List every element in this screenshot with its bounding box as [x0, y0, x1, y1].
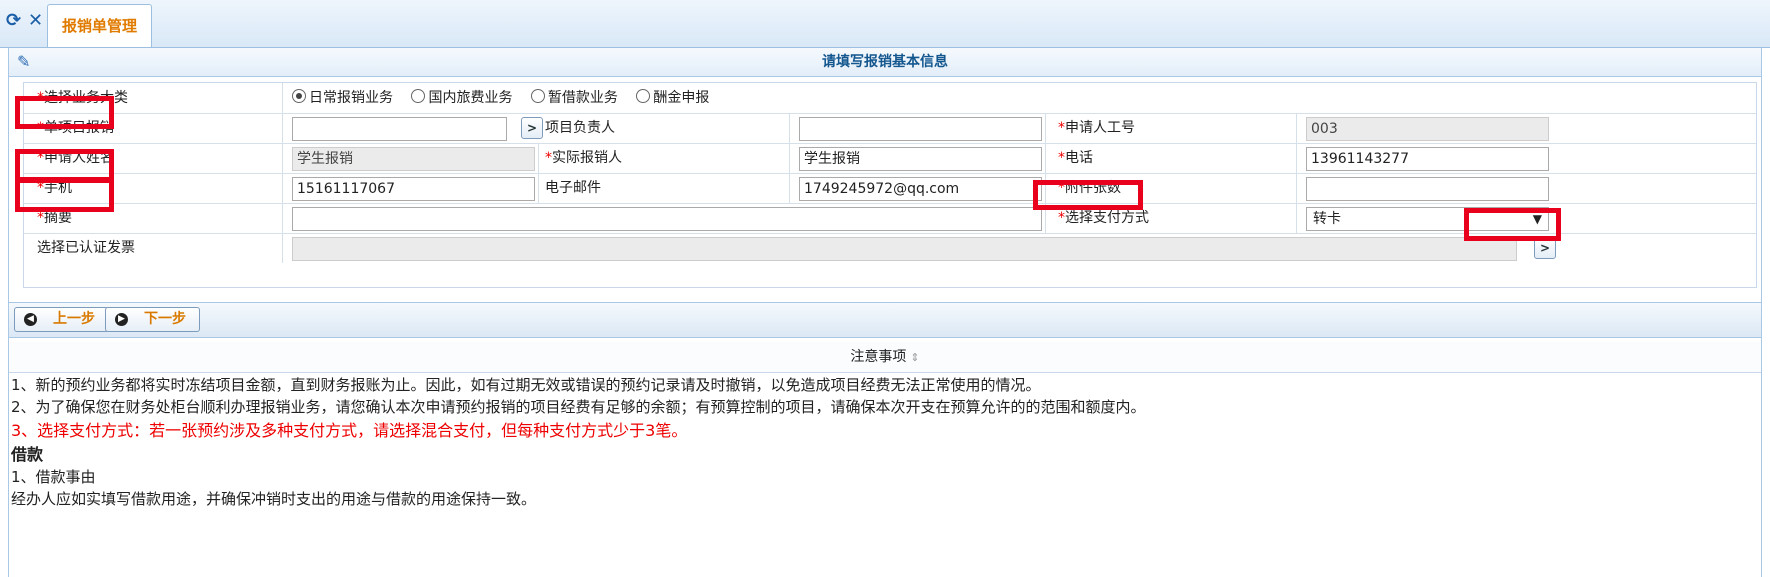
arrow-right-icon: ▶: [115, 313, 128, 326]
section-header: ✎ 请填写报销基本信息: [9, 48, 1761, 77]
email-input[interactable]: 1749245972@qq.com: [799, 177, 1042, 201]
attachments-input[interactable]: [1306, 177, 1549, 201]
row-contact: *手机 15161117067 电子邮件 1749245972@qq.com *…: [24, 173, 1756, 204]
refresh-icon[interactable]: ⟳: [6, 10, 21, 31]
radio-remuneration[interactable]: 酬金申报: [636, 83, 709, 113]
category-radio-group: 日常报销业务 国内旅费业务 暂借款业务 酬金申报: [292, 83, 723, 113]
notice-item-1: 1、借款事由: [11, 468, 96, 486]
invoice-label: 选择已认证发票: [37, 240, 135, 256]
notice-item-1-text: 经办人应如实填写借款用途，并确保冲销时支出的用途与借款的用途保持一致。: [11, 490, 537, 508]
notice-heading: 借款: [11, 445, 44, 464]
notice-line-1: 1、新的预约业务都将实时冻结项目金额，直到财务报账为止。因此，如有过期无效或错误…: [11, 376, 1041, 394]
tab-bar: ⟳ ✕ 报销单管理: [0, 0, 1770, 48]
highlight-invoice-button: [1464, 208, 1561, 241]
notice-content: 1、新的预约业务都将实时冻结项目金额，直到财务报账为止。因此，如有过期无效或错误…: [11, 374, 1751, 510]
phone-label: *电话: [1058, 150, 1093, 166]
mobile-input[interactable]: 15161117067: [292, 177, 535, 201]
payment-method-value: 转卡: [1313, 211, 1341, 227]
project-leader-label: 项目负责人: [545, 120, 615, 136]
applicant-name-input[interactable]: 学生报销: [292, 147, 535, 171]
next-step-button[interactable]: ▶ 下一步: [105, 307, 200, 332]
row-applicant: *申请人姓名 学生报销 *实际报销人 学生报销 *电话 13961143277: [24, 143, 1756, 174]
page-content: ✎ 请填写报销基本信息 *选择业务大类 日常报销业务 国内旅费业务 暂借款业务 …: [8, 48, 1762, 577]
tab-reimbursement-management[interactable]: 报销单管理: [47, 4, 152, 47]
notice-line-3: 3、选择支付方式：若一张预约涉及多种支付方式，请选择混合支付，但每种支付方式少于…: [11, 421, 688, 440]
actual-reimburser-label: *实际报销人: [545, 150, 622, 166]
radio-domestic-travel[interactable]: 国内旅费业务: [411, 83, 512, 113]
actual-reimburser-input[interactable]: 学生报销: [799, 147, 1042, 171]
highlight-payment-method: [1033, 180, 1143, 210]
notice-line-2: 2、为了确保您在财务处柜台顺利办理报销业务，请您确认本次申请预约报销的项目经费有…: [11, 398, 1146, 416]
project-leader-input[interactable]: [799, 117, 1042, 141]
row-category: *选择业务大类 日常报销业务 国内旅费业务 暂借款业务 酬金申报: [24, 83, 1756, 114]
sort-icon: ⇕: [910, 351, 920, 364]
radio-daily[interactable]: 日常报销业务: [292, 83, 393, 113]
radio-loan[interactable]: 暂借款业务: [530, 83, 618, 113]
prev-step-button[interactable]: ◀ 上一步: [14, 307, 109, 332]
notice-header-label: 注意事项: [850, 349, 907, 365]
notice-header[interactable]: 注意事项 ⇕: [9, 342, 1761, 373]
applicant-id-label: *申请人工号: [1058, 120, 1135, 136]
single-project-input[interactable]: [292, 117, 507, 141]
summary-input[interactable]: [292, 207, 1042, 231]
email-label: 电子邮件: [545, 180, 601, 196]
highlight-single-project: [15, 96, 114, 129]
close-icon[interactable]: ✕: [28, 10, 43, 31]
next-step-label: 下一步: [144, 311, 186, 327]
arrow-left-icon: ◀: [24, 313, 37, 326]
applicant-id-input[interactable]: 003: [1306, 117, 1549, 141]
section-title: 请填写报销基本信息: [822, 54, 948, 70]
row-project: *单项目报销 > 项目负责人 *申请人工号 003: [24, 113, 1756, 144]
invoice-input[interactable]: [292, 237, 1517, 261]
navigation-bar: ◀ 上一步 ▶ 下一步: [9, 302, 1761, 338]
phone-input[interactable]: 13961143277: [1306, 147, 1549, 171]
highlight-summary: [15, 178, 114, 212]
basic-info-form: *选择业务大类 日常报销业务 国内旅费业务 暂借款业务 酬金申报 *单项目报销 …: [23, 82, 1757, 288]
prev-step-label: 上一步: [53, 311, 95, 327]
